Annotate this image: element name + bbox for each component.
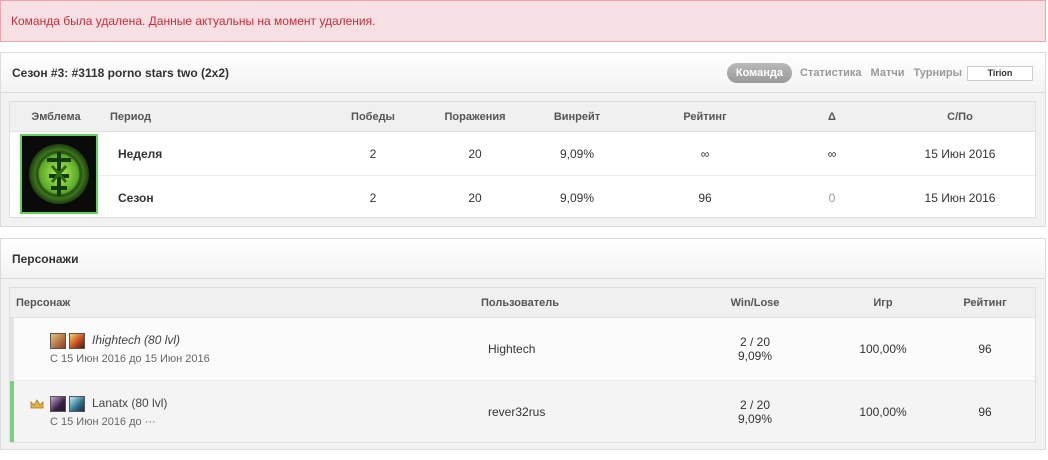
class-icon [69,396,85,412]
winloss-percent: 9,09% [737,349,773,363]
header-games: Игр [873,297,893,309]
team-stats-table: Эмблема Период Победы Поражения Винрейт … [9,101,1036,218]
header-winloss: Win/Lose [730,297,780,309]
period-label: Неделя [118,147,163,161]
characters-table: Персонаж Пользователь Win/Lose Игр Рейти… [9,287,1036,443]
character-name[interactable]: Lanatx (80 lvl) [92,396,167,410]
characters-title: Персонажи [12,252,79,266]
tab-statistics[interactable]: Статистика [800,67,862,79]
characters-panel-header: Персонажи [1,239,1045,279]
rating-value: ∞ [700,147,710,161]
deleted-alert: Команда была удалена. Данные актуальны н… [0,0,1046,42]
rating-value: 96 [978,405,992,419]
period-label: Сезон [118,191,154,205]
user-name[interactable]: rever32rus [488,405,545,419]
losses-value: 20 [468,191,482,205]
header-rating: Рейтинг [683,111,727,123]
user-name[interactable]: Hightech [488,342,535,356]
header-period: Период [110,111,152,123]
header-emblem: Эмблема [31,111,81,123]
team-row-week: Неделя 2 20 9,09% ∞ ∞ 15 Июн 2016 [10,132,1035,175]
header-wins: Победы [351,111,395,123]
winrate-value: 9,09% [559,191,595,205]
winloss-value: 2 / 20 [739,335,771,349]
race-icon [50,396,66,412]
winrate-value: 9,09% [559,147,595,161]
delta-value: 0 [828,191,836,205]
race-icon [50,333,66,349]
header-character: Персонаж [16,297,71,309]
characters-table-header: Персонаж Пользователь Win/Lose Игр Рейти… [10,288,1035,318]
rating-value: 96 [698,191,712,205]
games-value: 100,00% [859,342,907,356]
header-losses: Поражения [444,111,506,123]
rating-value: 96 [978,342,992,356]
header-user: Пользователь [481,297,560,309]
delta-value: ∞ [827,147,837,161]
character-dates: С 15 Июн 2016 до ··· [50,416,156,428]
team-panel-header: Сезон #3: #3118 porno stars two (2x2) Ко… [1,53,1045,93]
row-stripe [10,381,14,442]
table-row[interactable]: Lanatx (80 lvl) С 15 Июн 2016 до ··· rev… [10,380,1035,442]
wins-value: 2 [369,147,377,161]
header-delta: Δ [828,111,836,123]
tab-tournaments[interactable]: Турниры [913,67,962,79]
page-title: Сезон #3: #3118 porno stars two (2x2) [12,66,229,80]
character-dates: С 15 Июн 2016 до 15 Июн 2016 [50,353,210,365]
winloss-percent: 9,09% [737,412,773,426]
losses-value: 20 [468,147,482,161]
character-name[interactable]: Ihightech (80 lvl) [92,333,180,347]
team-table-header: Эмблема Период Победы Поражения Винрейт … [10,102,1035,132]
table-row[interactable]: Ihightech (80 lvl) С 15 Июн 2016 до 15 И… [10,318,1035,380]
tab-matches[interactable]: Матчи [871,67,905,79]
games-value: 100,00% [859,405,907,419]
header-rating: Рейтинг [963,297,1007,309]
realm-badge: Tirion [967,65,1033,81]
team-panel: Сезон #3: #3118 porno stars two (2x2) Ко… [0,52,1046,227]
date-value: 15 Июн 2016 [924,191,996,205]
characters-panel: Персонажи Персонаж Пользователь Win/Lose… [0,238,1046,450]
wins-value: 2 [369,191,377,205]
crown-icon [30,399,44,409]
page: Команда была удалена. Данные актуальны н… [0,0,1048,460]
header-winrate: Винрейт [553,111,601,123]
class-icon [69,333,85,349]
team-row-season: Сезон 2 20 9,09% 96 0 15 Июн 2016 [98,175,1035,218]
row-stripe [10,318,14,380]
date-value: 15 Июн 2016 [924,147,996,161]
tab-team[interactable]: Команда [726,63,793,83]
team-nav: Команда Статистика Матчи Турниры Tirion [726,63,1033,83]
header-from-to: С/По [947,111,973,123]
winloss-value: 2 / 20 [739,398,771,412]
